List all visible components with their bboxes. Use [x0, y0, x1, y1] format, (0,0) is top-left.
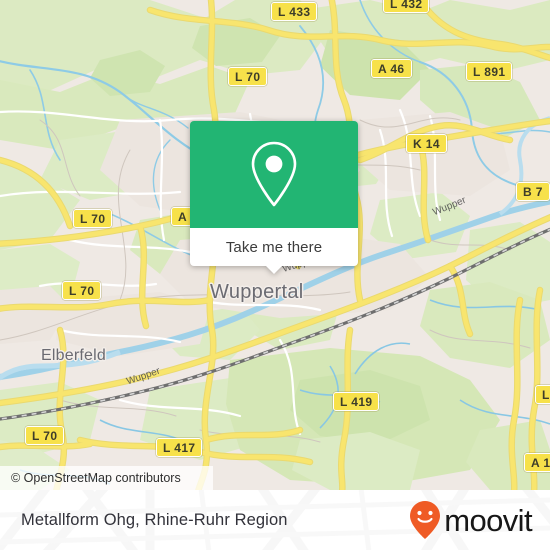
take-me-there-button[interactable]: Take me there [190, 228, 358, 266]
road-shield: L 70 [62, 281, 102, 300]
page-title: Metallform Ohg, Rhine-Ruhr Region [21, 510, 288, 529]
road-shield: K 14 [406, 134, 447, 153]
brand-name: moovit [444, 502, 532, 538]
poi-card-header [190, 121, 358, 228]
take-me-there-label: Take me there [225, 238, 323, 256]
place-label: Wuppertal [210, 281, 304, 303]
moovit-pin-smiley-icon [410, 501, 441, 539]
road-shield: L [535, 385, 550, 404]
road-shield: L 891 [466, 62, 513, 81]
road-shield: L 417 [156, 438, 203, 457]
road-shield: B 7 [516, 182, 550, 201]
place-label: Elberfeld [41, 347, 106, 364]
osm-attribution[interactable]: © OpenStreetMap contributors [0, 466, 213, 490]
road-shield: A 46 [371, 59, 412, 78]
card-pointer-tip [265, 265, 283, 274]
map-pin-icon [251, 141, 297, 206]
road-shield: L 70 [228, 67, 268, 86]
road-shield: L 70 [25, 426, 65, 445]
footer-bar: Metallform Ohg, Rhine-Ruhr Region moovit [0, 490, 550, 550]
moovit-brand[interactable]: moovit [408, 490, 533, 550]
map-screenshot: L 433L 432L 70A 46L 891L 70A 46K 14B 7L … [0, 0, 550, 550]
road-shield: L 419 [333, 392, 380, 411]
poi-popup-card[interactable]: Take me there [190, 121, 358, 274]
road-shield: L 70 [73, 209, 113, 228]
road-shield: L 432 [383, 0, 430, 13]
osm-attribution-text: © OpenStreetMap contributors [11, 471, 181, 485]
road-shield: L 433 [271, 2, 318, 21]
road-shield: A 1 [524, 453, 550, 472]
map-canvas[interactable]: L 433L 432L 70A 46L 891L 70A 46K 14B 7L … [0, 0, 550, 490]
